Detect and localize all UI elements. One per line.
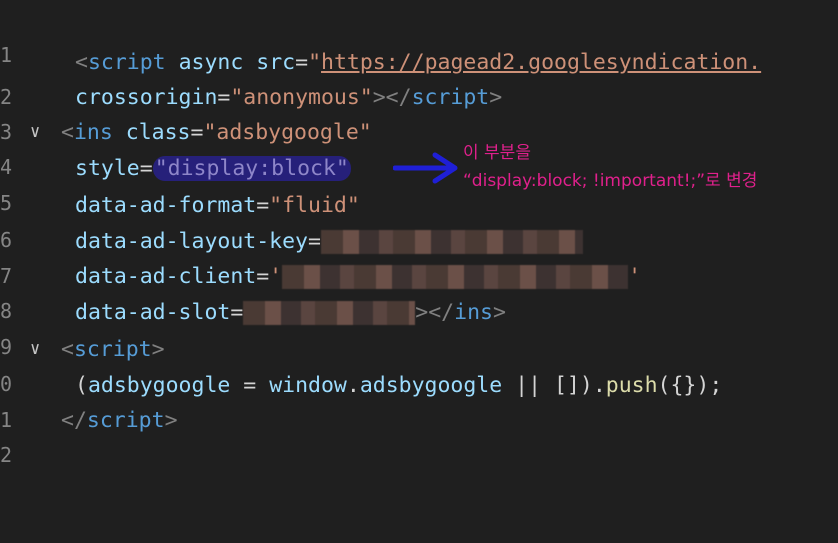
highlighted-attr-value: "display:block" bbox=[152, 156, 351, 181]
attr-value: "fluid" bbox=[269, 193, 360, 218]
bracket: < bbox=[75, 50, 88, 75]
punct: ({}); bbox=[657, 373, 723, 398]
bracket: ></ bbox=[415, 300, 455, 325]
quote: ' bbox=[628, 264, 642, 289]
attr-name: data-ad-layout-key bbox=[75, 229, 308, 254]
code-line[interactable]: 1 bbox=[0, 3, 838, 67]
bracket: > bbox=[151, 337, 165, 362]
equals: = bbox=[139, 156, 153, 181]
code-line[interactable]: 8 data-ad-client=' ' bbox=[0, 259, 838, 323]
attr-name: data-ad-format bbox=[75, 193, 257, 218]
url-link[interactable]: https://pagead2.googlesyndication. bbox=[321, 50, 761, 75]
attr-name: class bbox=[125, 120, 191, 145]
equals: = bbox=[256, 193, 270, 218]
attr-name: src bbox=[256, 50, 296, 75]
identifier: window bbox=[269, 373, 347, 398]
operator: || bbox=[502, 373, 554, 398]
bracket: < bbox=[61, 337, 74, 362]
annotation-line-2: “display:block; !important!;”로 변경 bbox=[463, 171, 758, 191]
punct: [] bbox=[553, 373, 580, 398]
code-line[interactable]: 6 data-ad-format="fluid" bbox=[0, 188, 838, 252]
attr-value: "adsbygoogle" bbox=[203, 120, 372, 145]
annotation-line-1: 이 부분을 bbox=[463, 143, 531, 163]
bracket: < bbox=[61, 120, 74, 145]
code-line[interactable]: 4 ∨ <ins class="adsbygoogle" bbox=[0, 115, 838, 179]
fold-chevron-icon[interactable]: ∨ bbox=[30, 115, 40, 150]
bracket: ></ bbox=[372, 85, 412, 110]
operator: = bbox=[230, 373, 270, 398]
code-line[interactable]: 9 data-ad-slot= ></ins> bbox=[0, 295, 838, 359]
code-line[interactable]: 7 data-ad-layout-key= bbox=[0, 224, 838, 288]
tag-name: script bbox=[73, 337, 152, 362]
code-line[interactable]: 2 </script> bbox=[0, 403, 838, 467]
punct: . bbox=[346, 373, 360, 398]
code-line[interactable]: 3 crossorigin="anonymous"></script> bbox=[0, 80, 838, 144]
redacted-value bbox=[320, 230, 583, 254]
punct: ( bbox=[75, 373, 88, 398]
tag-name: script bbox=[87, 50, 166, 75]
code-line[interactable]: 0 ∨ <script> bbox=[0, 332, 838, 396]
code-line[interactable]: 2 <script async src="https://pagead2.goo… bbox=[0, 45, 838, 109]
attr-value: "anonymous" bbox=[230, 85, 373, 110]
tag-name: script bbox=[411, 85, 490, 110]
equals: = bbox=[295, 50, 309, 75]
arrow-right-icon bbox=[393, 152, 458, 184]
bracket: </ bbox=[61, 408, 87, 433]
equals: = bbox=[190, 120, 204, 145]
fold-chevron-icon[interactable]: ∨ bbox=[30, 332, 40, 367]
attr-name: data-ad-client bbox=[75, 264, 257, 289]
attr-name: async bbox=[178, 50, 244, 75]
bracket: > bbox=[164, 408, 178, 433]
quote: ' bbox=[269, 264, 283, 289]
equals: = bbox=[217, 85, 231, 110]
identifier: adsbygoogle bbox=[87, 373, 231, 398]
bracket: > bbox=[489, 85, 503, 110]
redacted-value bbox=[243, 301, 416, 325]
function-name: push bbox=[605, 373, 658, 398]
bracket: > bbox=[492, 300, 506, 325]
equals: = bbox=[256, 264, 270, 289]
code-editor[interactable]: 1 2 <script async src="https://pagead2.g… bbox=[0, 0, 838, 467]
attr-name: style bbox=[75, 156, 140, 181]
attr-name: data-ad-slot bbox=[75, 300, 231, 325]
identifier: adsbygoogle bbox=[359, 373, 503, 398]
tag-name: ins bbox=[73, 120, 113, 145]
line-number: 2 bbox=[0, 443, 12, 467]
equals: = bbox=[230, 300, 244, 325]
equals: = bbox=[308, 229, 321, 254]
code-line[interactable]: 1 (adsbygoogle = window.adsbygoogle || [… bbox=[0, 368, 838, 432]
attr-name: crossorigin bbox=[75, 85, 218, 110]
tag-name: script bbox=[86, 408, 165, 433]
quote: " bbox=[308, 50, 322, 75]
punct: ). bbox=[579, 373, 606, 398]
redacted-value bbox=[282, 265, 629, 289]
tag-name: ins bbox=[454, 300, 493, 325]
